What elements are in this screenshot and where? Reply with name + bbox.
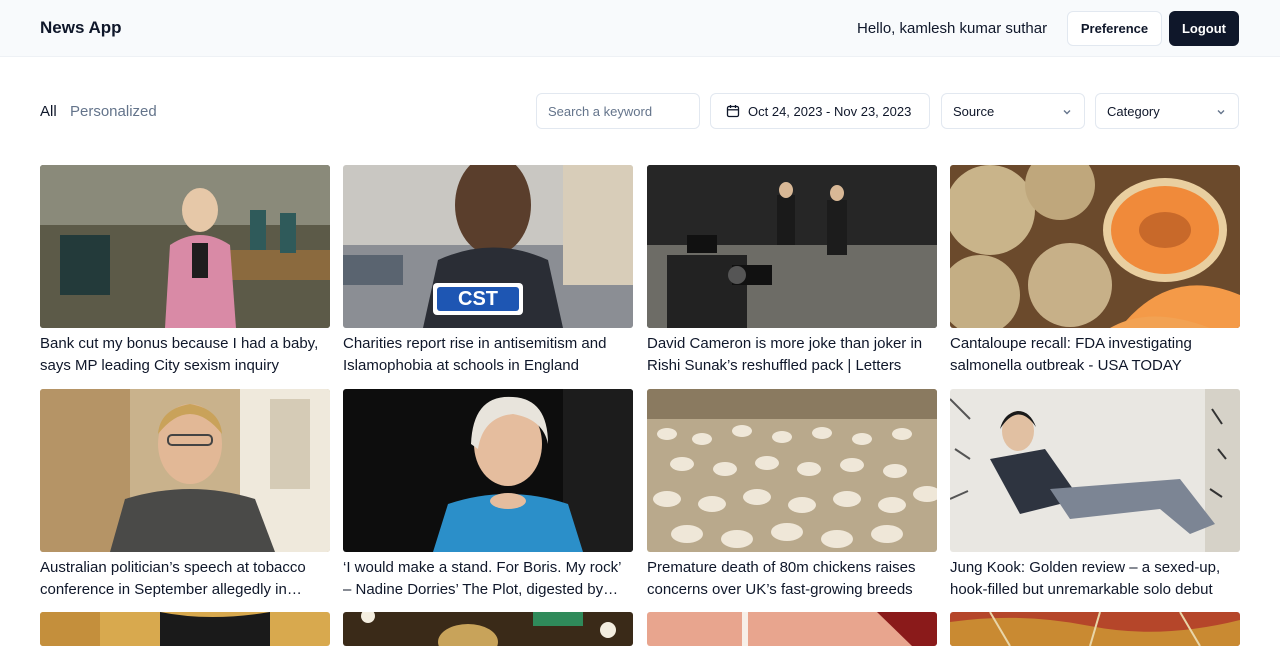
chevron-down-icon: [1063, 110, 1071, 115]
article-image[interactable]: [647, 165, 937, 328]
calendar-icon: [726, 105, 740, 118]
date-range-label: Oct 24, 2023 - Nov 23, 2023: [748, 103, 912, 119]
article-card[interactable]: Bank cut my bonus because I had a baby, …: [40, 165, 330, 377]
category-select[interactable]: Category: [1095, 93, 1239, 129]
tab-personalized[interactable]: Personalized: [70, 103, 157, 120]
article-card[interactable]: [647, 612, 937, 646]
article-image[interactable]: [950, 165, 1240, 328]
article-card[interactable]: Australian politician’s speech at tobacc…: [40, 389, 330, 601]
article-image[interactable]: [40, 165, 330, 328]
article-image[interactable]: [40, 389, 330, 552]
top-navbar: News App Hello, kamlesh kumar suthar Pre…: [0, 0, 1280, 57]
article-card[interactable]: Jung Kook: Golden review – a sexed-up, h…: [950, 389, 1240, 601]
article-title[interactable]: Australian politician’s speech at tobacc…: [40, 557, 330, 601]
article-card[interactable]: [950, 612, 1240, 646]
logout-button[interactable]: Logout: [1169, 11, 1239, 46]
source-select-label: Source: [953, 103, 995, 119]
article-card[interactable]: CST Charities report rise in antisemitis…: [343, 165, 633, 377]
article-title[interactable]: Cantaloupe recall: FDA investigating sal…: [950, 333, 1240, 377]
article-image[interactable]: [40, 612, 330, 646]
chevron-down-icon: [1217, 110, 1225, 115]
article-image[interactable]: [950, 612, 1240, 646]
article-card[interactable]: David Cameron is more joke than joker in…: [647, 165, 937, 377]
category-select-label: Category: [1107, 103, 1160, 119]
article-card[interactable]: [343, 612, 633, 646]
article-image[interactable]: [950, 389, 1240, 552]
svg-text:CST: CST: [458, 288, 498, 310]
article-title[interactable]: Premature death of 80m chickens raises c…: [647, 557, 937, 601]
article-image[interactable]: [647, 612, 937, 646]
article-card[interactable]: ‘I would make a stand. For Boris. My roc…: [343, 389, 633, 601]
article-card[interactable]: Cantaloupe recall: FDA investigating sal…: [950, 165, 1240, 377]
article-title[interactable]: Bank cut my bonus because I had a baby, …: [40, 333, 330, 377]
article-card[interactable]: Premature death of 80m chickens raises c…: [647, 389, 937, 601]
app-brand[interactable]: News App: [40, 18, 122, 38]
article-title[interactable]: ‘I would make a stand. For Boris. My roc…: [343, 557, 633, 601]
search-input[interactable]: [536, 93, 700, 129]
article-card[interactable]: [40, 612, 330, 646]
date-range-picker[interactable]: Oct 24, 2023 - Nov 23, 2023: [710, 93, 930, 129]
article-image[interactable]: [343, 612, 633, 646]
preference-button[interactable]: Preference: [1067, 11, 1162, 46]
article-image[interactable]: [647, 389, 937, 552]
article-title[interactable]: David Cameron is more joke than joker in…: [647, 333, 937, 377]
article-title[interactable]: Charities report rise in antisemitism an…: [343, 333, 633, 377]
article-image[interactable]: [343, 389, 633, 552]
article-title[interactable]: Jung Kook: Golden review – a sexed-up, h…: [950, 557, 1240, 601]
user-greeting: Hello, kamlesh kumar suthar: [857, 20, 1048, 37]
source-select[interactable]: Source: [941, 93, 1085, 129]
tab-all[interactable]: All: [40, 103, 57, 120]
article-image[interactable]: CST: [343, 165, 633, 328]
